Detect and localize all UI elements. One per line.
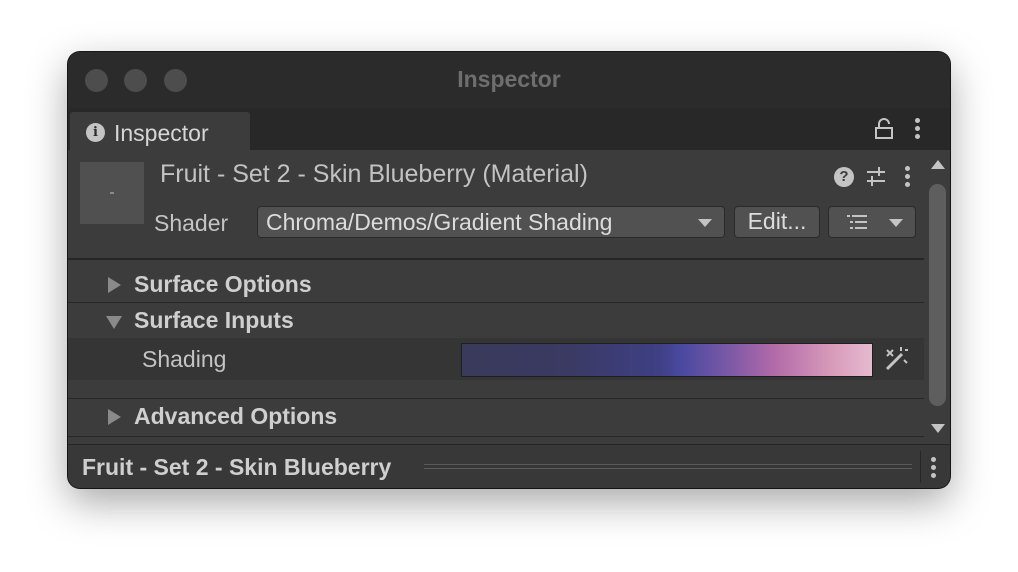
list-icon [847, 215, 867, 229]
footer-bar: Fruit - Set 2 - Skin Blueberry [68, 444, 950, 488]
inspector-window: Inspector i Inspector Fruit - Set 2 - Sk… [68, 52, 950, 488]
resize-grip[interactable] [424, 464, 912, 472]
footer-asset-name: Fruit - Set 2 - Skin Blueberry [82, 454, 392, 480]
edit-shader-button[interactable]: Edit... [734, 206, 820, 238]
scroll-down-icon[interactable] [931, 424, 945, 433]
section-divider [68, 436, 924, 437]
section-label: Surface Inputs [134, 307, 294, 333]
magic-wand-icon[interactable] [883, 346, 909, 372]
shader-options-button[interactable] [828, 206, 916, 238]
foldout-arrow-icon [106, 316, 122, 329]
property-row-shading: Shading [68, 338, 924, 380]
scroll-up-icon[interactable] [931, 160, 945, 169]
scrollbar-thumb[interactable] [929, 184, 946, 406]
foldout-arrow-icon [108, 277, 121, 293]
info-icon: i [86, 123, 105, 142]
shader-value: Chroma/Demos/Gradient Shading [266, 209, 613, 235]
section-advanced-options[interactable]: Advanced Options [68, 400, 924, 434]
vertical-scrollbar[interactable] [924, 150, 950, 444]
tab-bar: i Inspector [68, 108, 950, 150]
dropdown-caret-icon [889, 219, 903, 227]
footer-menu-kebab-icon[interactable] [931, 457, 937, 481]
tab-inspector[interactable]: i Inspector [70, 112, 250, 150]
window-title: Inspector [457, 66, 561, 92]
header-divider [68, 258, 924, 260]
material-preview-thumbnail[interactable] [80, 162, 144, 224]
section-surface-options[interactable]: Surface Options [68, 268, 924, 302]
shading-gradient-field[interactable] [461, 343, 873, 377]
shading-label: Shading [142, 346, 227, 372]
material-title: Fruit - Set 2 - Skin Blueberry (Material… [160, 160, 588, 188]
section-divider [68, 398, 924, 399]
shader-label: Shader [154, 210, 229, 236]
title-bar[interactable]: Inspector [68, 52, 950, 108]
material-menu-kebab-icon[interactable] [905, 166, 911, 190]
dropdown-caret-icon [698, 219, 712, 227]
section-label: Surface Options [134, 271, 312, 297]
shader-dropdown[interactable]: Chroma/Demos/Gradient Shading [257, 206, 725, 238]
section-surface-inputs[interactable]: Surface Inputs [68, 304, 924, 338]
lock-icon[interactable] [874, 118, 894, 140]
inspector-content: Fruit - Set 2 - Skin Blueberry (Material… [68, 150, 924, 444]
tab-label: Inspector [114, 120, 209, 146]
footer-divider [920, 451, 921, 483]
section-label: Advanced Options [134, 403, 338, 429]
help-icon[interactable]: ? [834, 167, 854, 187]
section-divider [68, 302, 924, 303]
tab-menu-kebab-icon[interactable] [915, 118, 921, 142]
presets-icon[interactable] [865, 165, 887, 189]
foldout-arrow-icon [108, 409, 121, 425]
